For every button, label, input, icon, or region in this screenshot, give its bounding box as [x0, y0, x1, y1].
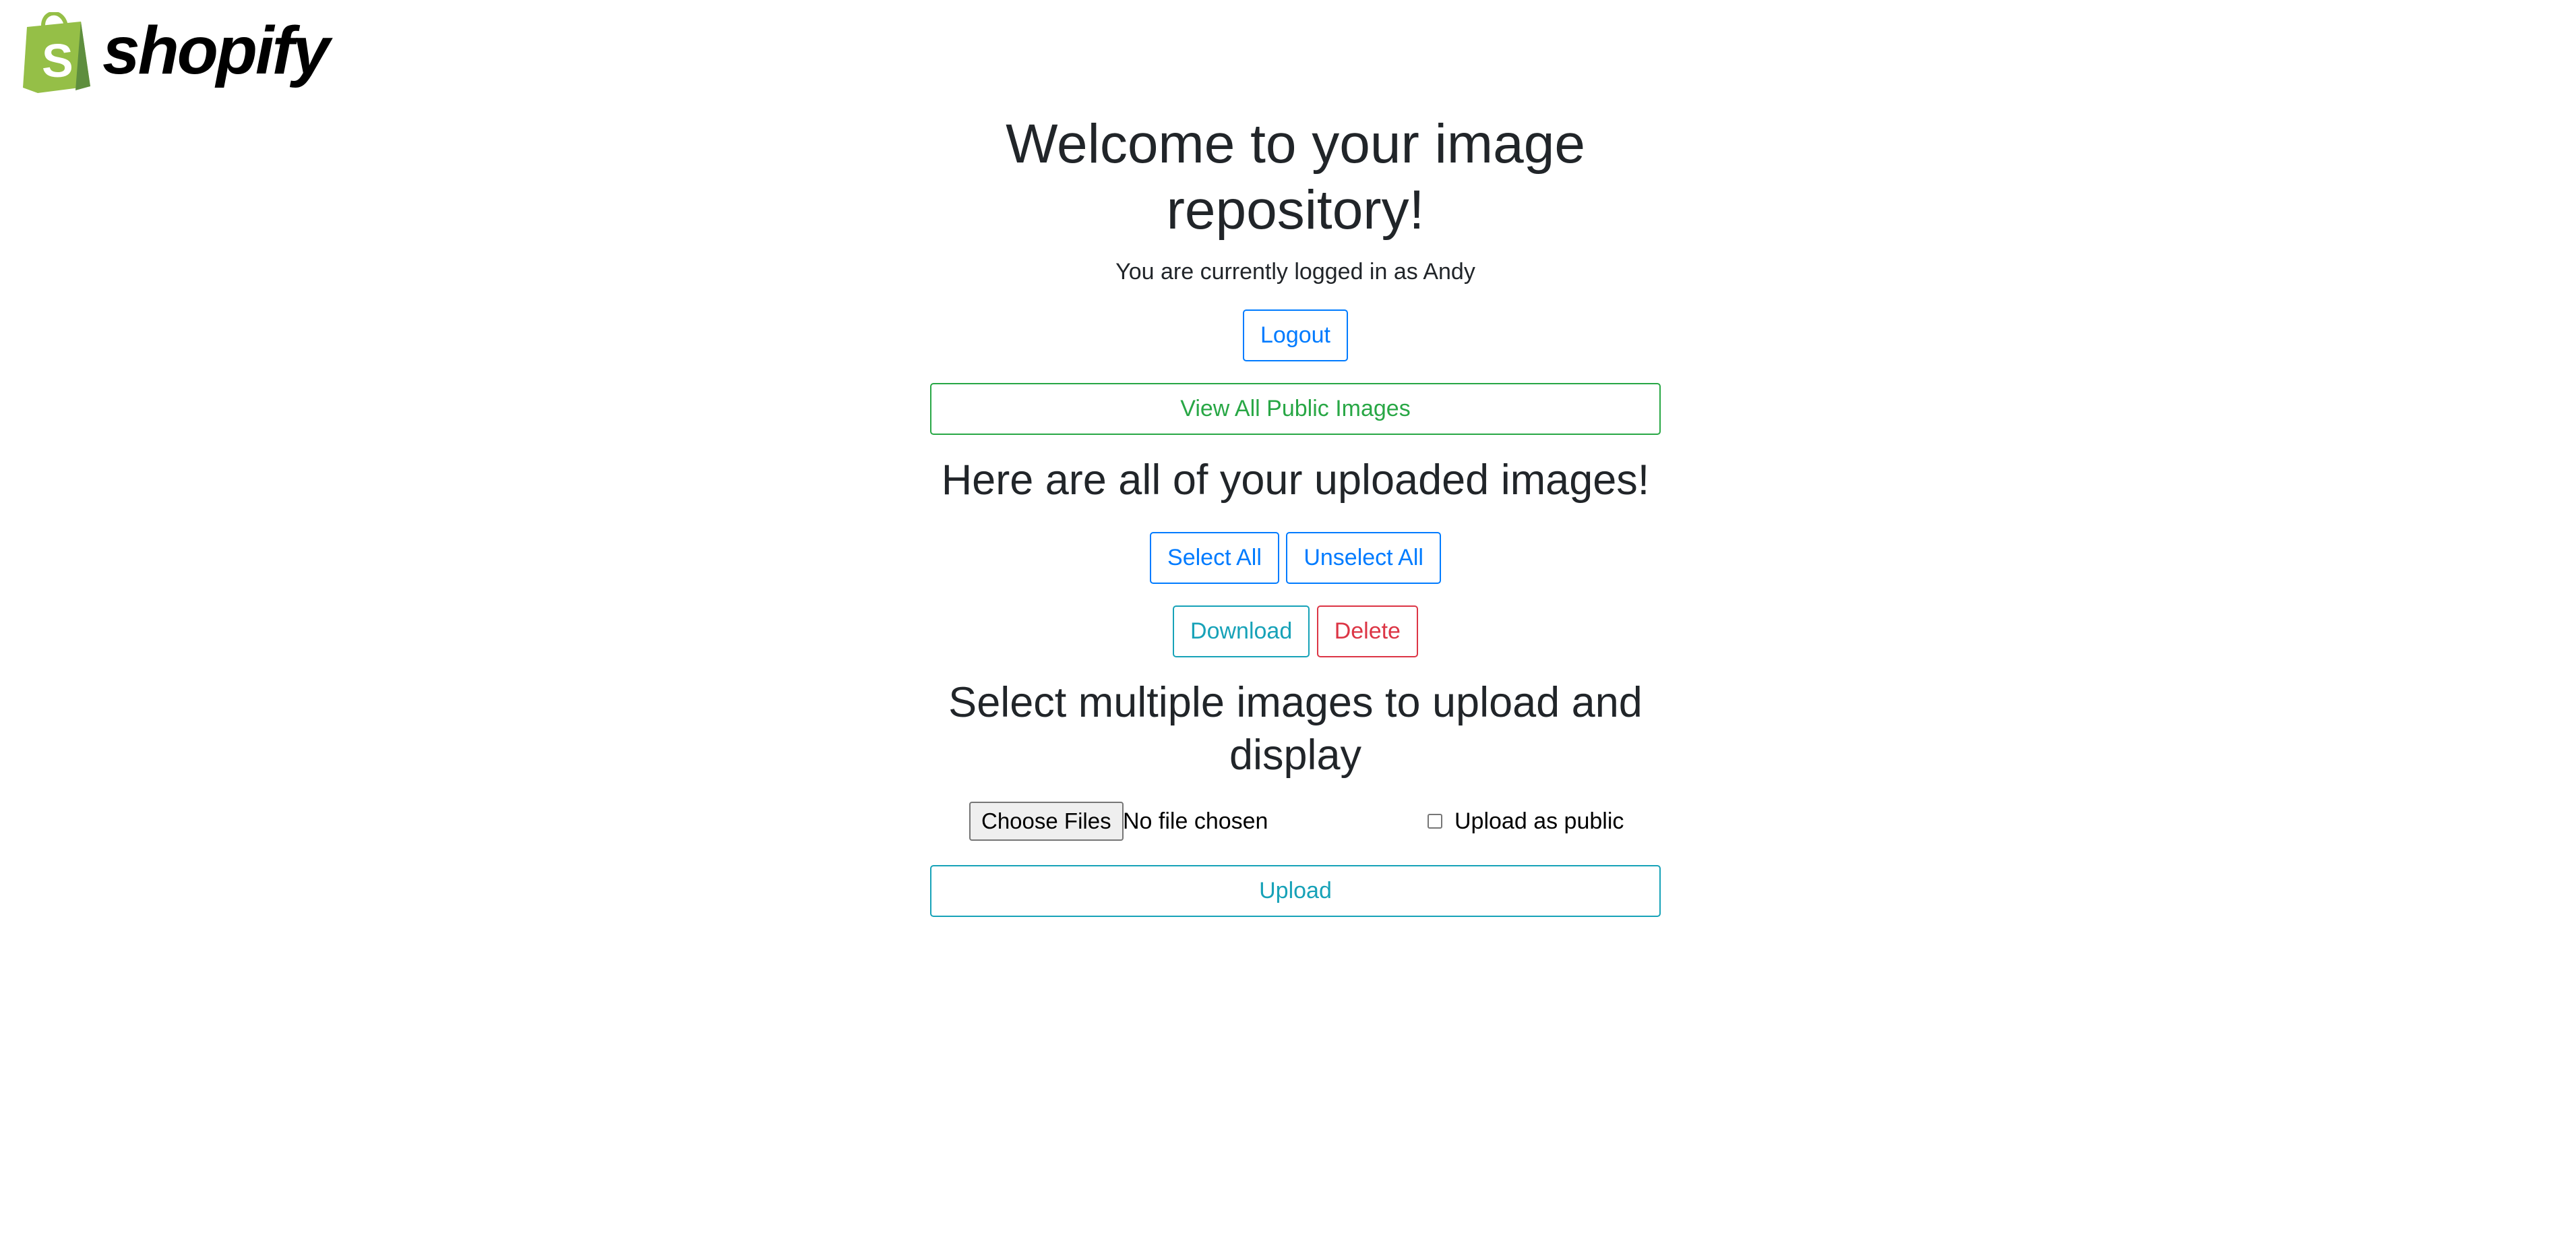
svg-text:S: S [42, 34, 73, 87]
upload-public-option[interactable]: Upload as public [1428, 802, 1624, 841]
upload-public-checkbox[interactable] [1428, 814, 1442, 829]
main-content: Welcome to your image repository! You ar… [930, 111, 1661, 917]
upload-heading: Select multiple images to upload and dis… [948, 679, 1643, 779]
select-all-button[interactable]: Select All [1150, 532, 1279, 584]
page-title: Welcome to your image repository! [1006, 113, 1585, 241]
delete-button[interactable]: Delete [1316, 605, 1418, 657]
shopify-wordmark: shopify [102, 13, 330, 88]
file-status-text: No file chosen [1123, 808, 1268, 834]
login-status: You are currently logged in as Andy [1115, 259, 1475, 285]
file-input-row: Choose Files No file chosen Upload as pu… [930, 802, 1661, 842]
upload-button[interactable]: Upload [930, 865, 1661, 917]
shopify-logo[interactable]: S shopify [23, 12, 330, 93]
logout-button[interactable]: Logout [1243, 309, 1348, 361]
unselect-all-button[interactable]: Unselect All [1286, 532, 1441, 584]
view-public-images-button[interactable]: View All Public Images [930, 383, 1661, 435]
uploaded-images-heading: Here are all of your uploaded images! [941, 456, 1650, 504]
choose-files-button[interactable]: Choose Files [969, 802, 1124, 841]
upload-public-label: Upload as public [1454, 808, 1624, 834]
shopify-bag-icon: S [23, 12, 90, 93]
download-button[interactable]: Download [1173, 605, 1310, 657]
